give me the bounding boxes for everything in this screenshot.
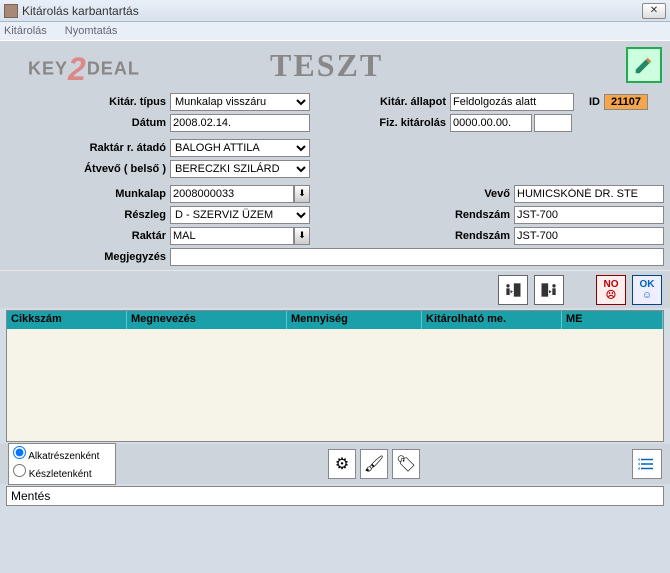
header-row: KEY2DEAL TESZT <box>0 40 670 88</box>
input-munkalap[interactable] <box>170 185 294 203</box>
close-button[interactable]: ✕ <box>642 3 666 19</box>
label-reszleg: Részleg <box>6 209 170 221</box>
col-kitarolhato-me[interactable]: Kitárolható me. <box>422 311 562 329</box>
radio-alkatreszenkent[interactable]: Alkatrészenként <box>13 446 111 464</box>
grid-header: Cikkszám Megnevezés Mennyiség Kitárolhat… <box>7 311 663 329</box>
no-button[interactable]: NO☹ <box>596 275 626 305</box>
pencil-icon <box>633 54 655 76</box>
label-vevo: Vevő <box>460 188 514 200</box>
tag-button[interactable]: 🏷 <box>392 449 420 479</box>
brush-help-button[interactable]: 🖌 <box>360 449 388 479</box>
bottom-bar: Alkatrészenként Készletenként ⚙ 🖌 🏷 <box>0 444 670 484</box>
gear-help-button[interactable]: ⚙ <box>328 449 356 479</box>
brush-icon: 🖌 <box>364 454 384 474</box>
label-datum: Dátum <box>6 117 170 129</box>
label-rendszam2: Rendszám <box>434 230 514 242</box>
label-rendszam: Rendszám <box>434 209 514 221</box>
edit-button[interactable] <box>626 47 662 83</box>
list-icon <box>638 455 656 473</box>
lookup-munkalap-button[interactable]: ⬇ <box>294 185 310 203</box>
menu-nyomtatas[interactable]: Nyomtatás <box>65 25 118 37</box>
col-me[interactable]: ME <box>562 311 663 329</box>
col-cikkszam[interactable]: Cikkszám <box>7 311 127 329</box>
label-kitar-tipus: Kitár. típus <box>6 96 170 108</box>
status-bar: Mentés <box>6 486 664 506</box>
select-raktar-atado[interactable]: BALOGH ATTILA <box>170 139 310 157</box>
app-icon <box>4 4 18 18</box>
title-bar: Kitárolás karbantartás ✕ <box>0 0 670 22</box>
person-in-icon <box>503 280 523 300</box>
action-button-row: NO☹ OK☺ <box>0 270 670 308</box>
input-kitar-allapot[interactable] <box>450 93 574 111</box>
label-id: ID <box>586 96 604 108</box>
label-kitar-allapot: Kitár. állapot <box>340 96 450 108</box>
window-title: Kitárolás karbantartás <box>22 4 642 18</box>
person-out-icon <box>539 280 559 300</box>
col-mennyiseg[interactable]: Mennyiség <box>287 311 422 329</box>
col-megnevezes[interactable]: Megnevezés <box>127 311 287 329</box>
logo-teszt: TESZT <box>270 47 383 84</box>
list-button[interactable] <box>632 449 662 479</box>
label-megjegyzes: Megjegyzés <box>6 251 170 263</box>
input-raktar[interactable] <box>170 227 294 245</box>
radio-keszletenkent[interactable]: Készletenként <box>13 464 111 482</box>
gear-icon: ⚙ <box>335 454 349 474</box>
logo-key2deal: KEY2DEAL <box>28 51 140 88</box>
frown-icon: ☹ <box>606 290 616 301</box>
select-atvevo-belso[interactable]: BERECZKI SZILÁRD <box>170 160 310 178</box>
input-rendszam[interactable] <box>514 206 664 224</box>
person-out-button[interactable] <box>534 275 564 305</box>
person-in-button[interactable] <box>498 275 528 305</box>
label-munkalap: Munkalap <box>6 188 170 200</box>
view-mode-group: Alkatrészenként Készletenként <box>8 443 116 485</box>
select-reszleg[interactable]: D - SZERVIZ ÜZEM <box>170 206 310 224</box>
lookup-raktar-button[interactable]: ⬇ <box>294 227 310 245</box>
label-fiz-kitarolas: Fiz. kitárolás <box>340 117 450 129</box>
ok-button[interactable]: OK☺ <box>632 275 662 305</box>
input-vevo[interactable] <box>514 185 664 203</box>
label-atvevo-belso: Átvevő ( belső ) <box>6 163 170 175</box>
input-fiz-kitarolas[interactable] <box>450 114 532 132</box>
id-value: 21107 <box>604 94 648 110</box>
label-raktar-atado: Raktár r. átadó <box>6 142 170 154</box>
smile-icon: ☺ <box>642 290 652 301</box>
menu-kitarolas[interactable]: Kitárolás <box>4 25 47 37</box>
input-datum[interactable] <box>170 114 310 132</box>
input-fiz-extra[interactable] <box>534 114 572 132</box>
data-grid: Cikkszám Megnevezés Mennyiség Kitárolhat… <box>6 310 664 442</box>
tag-icon: 🏷 <box>396 454 416 474</box>
menu-bar: Kitárolás Nyomtatás <box>0 22 670 40</box>
grid-body[interactable] <box>7 329 663 441</box>
form-area: Kitár. típus Munkalap visszáru Kitár. ál… <box>0 88 670 270</box>
input-rendszam2[interactable] <box>514 227 664 245</box>
select-kitar-tipus[interactable]: Munkalap visszáru <box>170 93 310 111</box>
input-megjegyzes[interactable] <box>170 248 664 266</box>
label-raktar: Raktár <box>6 230 170 242</box>
